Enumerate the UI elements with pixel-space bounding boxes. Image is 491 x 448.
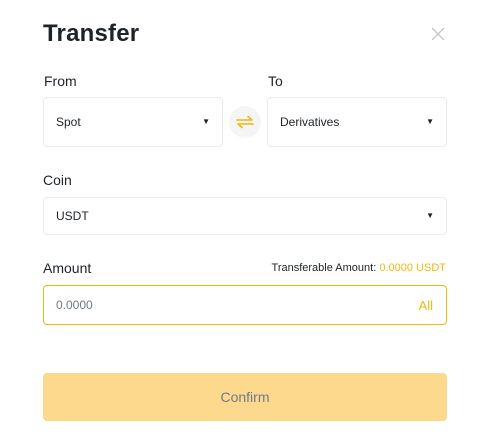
to-label: To xyxy=(268,73,283,89)
to-select-value: Derivatives xyxy=(280,115,340,129)
amount-input[interactable] xyxy=(56,298,356,312)
swap-arrows-icon xyxy=(236,115,254,129)
confirm-button[interactable]: Confirm xyxy=(43,373,447,421)
to-select[interactable]: Derivatives ▼ xyxy=(267,97,447,147)
from-select[interactable]: Spot ▼ xyxy=(43,97,223,147)
coin-select[interactable]: USDT ▼ xyxy=(43,197,447,235)
from-select-value: Spot xyxy=(56,115,81,129)
swap-button[interactable] xyxy=(229,106,261,138)
from-label: From xyxy=(44,73,77,89)
coin-select-value: USDT xyxy=(56,209,89,223)
amount-label: Amount xyxy=(43,260,92,276)
dialog-title: Transfer xyxy=(43,20,140,47)
amount-field[interactable]: All xyxy=(43,285,447,325)
caret-down-icon: ▼ xyxy=(202,117,210,126)
transferable-amount-label: Transferable Amount: xyxy=(271,262,377,274)
close-icon[interactable] xyxy=(430,26,446,42)
transferable-amount: Transferable Amount: 0.0000 USDT xyxy=(272,262,446,274)
all-button[interactable]: All xyxy=(419,298,433,313)
caret-down-icon: ▼ xyxy=(426,117,434,126)
caret-down-icon: ▼ xyxy=(426,211,434,220)
transferable-amount-value: 0.0000 USDT xyxy=(379,262,446,274)
coin-label: Coin xyxy=(43,172,72,188)
